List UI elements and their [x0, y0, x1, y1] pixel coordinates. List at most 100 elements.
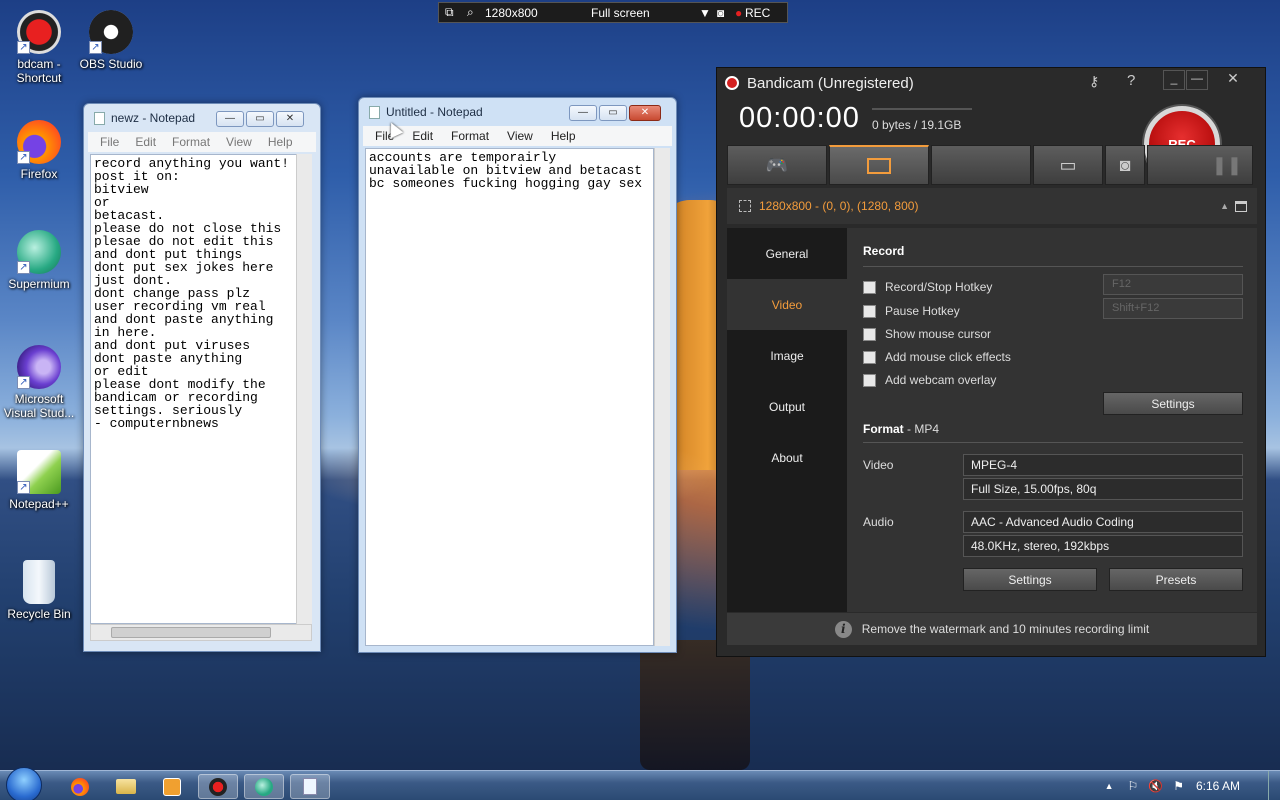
settings-sidebar: General Video Image Output About — [727, 228, 847, 612]
checkbox[interactable] — [863, 373, 876, 387]
desktop-icon-bdcam[interactable]: ↗ bdcam - Shortcut — [0, 10, 78, 85]
sidebar-item-about[interactable]: About — [727, 432, 847, 483]
option-record-stop-hotkey[interactable]: Record/Stop Hotkey — [863, 280, 992, 294]
desktop-icon-recycle-bin[interactable]: Recycle Bin — [0, 560, 78, 621]
menu-edit[interactable]: Edit — [135, 135, 156, 149]
notepad-window-newz[interactable]: newz - Notepad — ▭ ✕ File Edit Format Vi… — [83, 103, 321, 652]
help-button[interactable]: ? — [1127, 72, 1135, 89]
taskbar-supermium[interactable] — [244, 774, 284, 799]
wallpaper-reflection — [640, 640, 750, 770]
taskbar-firefox[interactable] — [60, 774, 100, 799]
option-show-mouse-cursor[interactable]: Show mouse cursor — [863, 327, 991, 341]
close-button[interactable]: ✕ — [629, 105, 661, 121]
show-desktop-button[interactable] — [1268, 771, 1280, 800]
maximize-button[interactable]: ▭ — [246, 111, 274, 127]
open-folder-button[interactable]: ▭ — [1033, 145, 1103, 185]
folder-icon: ▭ — [1059, 154, 1077, 175]
checkbox[interactable] — [863, 350, 876, 364]
close-button[interactable]: ✕ — [276, 111, 304, 127]
scroll-thumb[interactable] — [111, 627, 271, 638]
sidebar-item-image[interactable]: Image — [727, 330, 847, 381]
firefox-icon — [71, 777, 89, 796]
screenshot-button[interactable]: ◙ — [1105, 145, 1145, 185]
menu-edit[interactable]: Edit — [412, 129, 433, 143]
selection-icon — [739, 200, 751, 212]
collapse-arrow-icon[interactable]: ▲ — [1220, 201, 1229, 211]
flag-icon[interactable]: ⚑ — [1173, 779, 1184, 793]
sidebar-item-output[interactable]: Output — [727, 381, 847, 432]
option-mouse-click-effects[interactable]: Add mouse click effects — [863, 350, 1011, 364]
checkbox[interactable] — [863, 280, 876, 294]
search-icon[interactable]: ⌕ — [467, 5, 481, 20]
key-icon[interactable]: ⚷ — [1089, 73, 1099, 90]
start-button[interactable] — [6, 767, 42, 800]
menu-view[interactable]: View — [507, 129, 533, 143]
video-codec-field[interactable]: MPEG-4 — [963, 454, 1243, 476]
maximize-button[interactable]: ▭ — [599, 105, 627, 121]
option-webcam-overlay[interactable]: Add webcam overlay — [863, 373, 996, 387]
pause-button[interactable]: ❚❚ — [1147, 145, 1253, 185]
notepad-window-untitled[interactable]: Untitled - Notepad — ▭ ✕ File Edit Forma… — [358, 97, 677, 653]
bandicam-window[interactable]: Bandicam (Unregistered) ⚷ ? _ — ✕ 00:00:… — [716, 67, 1266, 657]
volume-muted-icon[interactable]: 🔇 — [1148, 779, 1163, 793]
close-button[interactable]: ✕ — [1213, 70, 1253, 90]
sidebar-item-video[interactable]: Video — [727, 279, 847, 330]
horizontal-scrollbar[interactable] — [90, 624, 312, 641]
presets-button[interactable]: Presets — [1109, 568, 1243, 591]
desktop-icon-visual-studio[interactable]: ↗ Microsoft Visual Stud... — [0, 345, 78, 420]
menu-view[interactable]: View — [226, 135, 252, 149]
capture-area-bar[interactable]: 1280x800 - (0, 0), (1280, 800) ▲ — [727, 188, 1257, 224]
minimize-button[interactable]: — — [569, 105, 597, 121]
recbar-mode[interactable]: Full screen — [591, 6, 699, 20]
watermark-notice[interactable]: i Remove the watermark and 10 minutes re… — [727, 613, 1257, 645]
sidebar-item-general[interactable]: General — [727, 228, 847, 279]
media-player-icon — [163, 777, 181, 796]
desktop-icon-supermium[interactable]: ↗ Supermium — [0, 230, 78, 291]
vertical-scrollbar[interactable] — [296, 154, 312, 624]
checkbox[interactable] — [863, 304, 876, 318]
action-center-icon[interactable]: ⚐ — [1127, 779, 1138, 793]
menu-format[interactable]: Format — [172, 135, 210, 149]
recbar-rec[interactable]: REC — [745, 6, 770, 20]
clock[interactable]: 6:16 AM — [1196, 779, 1240, 793]
video-details-field[interactable]: Full Size, 15.00fps, 80q — [963, 478, 1243, 500]
menu-format[interactable]: Format — [451, 129, 489, 143]
game-mode-tab[interactable]: 🎮 — [727, 145, 827, 185]
shortcut-arrow-icon: ↗ — [89, 41, 102, 54]
format-settings-button[interactable]: Settings — [963, 568, 1097, 591]
restore-button[interactable]: — — [1186, 70, 1208, 90]
menu-help[interactable]: Help — [551, 129, 576, 143]
bandicam-icon: ↗ — [17, 10, 61, 54]
screen-mode-tab[interactable] — [829, 145, 929, 185]
pause-hotkey-field[interactable]: Shift+F12 — [1103, 298, 1243, 319]
taskbar-notepad[interactable] — [290, 774, 330, 799]
window-toggle-icon[interactable] — [1235, 200, 1247, 212]
checkbox[interactable] — [863, 327, 876, 341]
desktop-icon-obs[interactable]: ↗ OBS Studio — [72, 10, 150, 71]
bandicam-recording-bar[interactable]: ⧉ ⌕ 1280x800 Full screen ▼ ◙ ● REC — [438, 2, 788, 23]
record-settings-button[interactable]: Settings — [1103, 392, 1243, 415]
record-hotkey-field[interactable]: F12 — [1103, 274, 1243, 295]
taskbar-bandicam[interactable] — [198, 774, 238, 799]
taskbar-explorer[interactable] — [106, 774, 146, 799]
window-icon[interactable]: ⧉ — [445, 5, 459, 20]
taskbar: ▲ ⚐ 🔇 ⚑ 6:16 AM — [0, 767, 1280, 800]
dropdown-arrow-icon[interactable]: ▼ — [699, 6, 717, 20]
camera-icon[interactable]: ◙ — [717, 6, 735, 20]
text-editor[interactable]: accounts are temporairly unavailable on … — [365, 148, 654, 646]
text-editor[interactable]: record anything you want! post it on: bi… — [90, 154, 297, 624]
menu-help[interactable]: Help — [268, 135, 293, 149]
option-pause-hotkey[interactable]: Pause Hotkey — [863, 304, 960, 318]
vertical-scrollbar[interactable] — [654, 148, 670, 646]
taskbar-media-player[interactable] — [152, 774, 192, 799]
desktop-icon-firefox[interactable]: ↗ Firefox — [0, 120, 78, 181]
menu-file[interactable]: File — [100, 135, 119, 149]
minimize-button[interactable]: — — [216, 111, 244, 127]
audio-details-field[interactable]: 48.0KHz, stereo, 192kbps — [963, 535, 1243, 557]
device-mode-tab[interactable] — [931, 145, 1031, 185]
show-hidden-icons-icon[interactable]: ▲ — [1105, 781, 1114, 791]
desktop-icon-notepadpp[interactable]: ↗ Notepad++ — [0, 450, 78, 511]
notepad-icon — [303, 778, 317, 795]
minimize-button[interactable]: _ — [1163, 70, 1185, 90]
audio-codec-field[interactable]: AAC - Advanced Audio Coding — [963, 511, 1243, 533]
